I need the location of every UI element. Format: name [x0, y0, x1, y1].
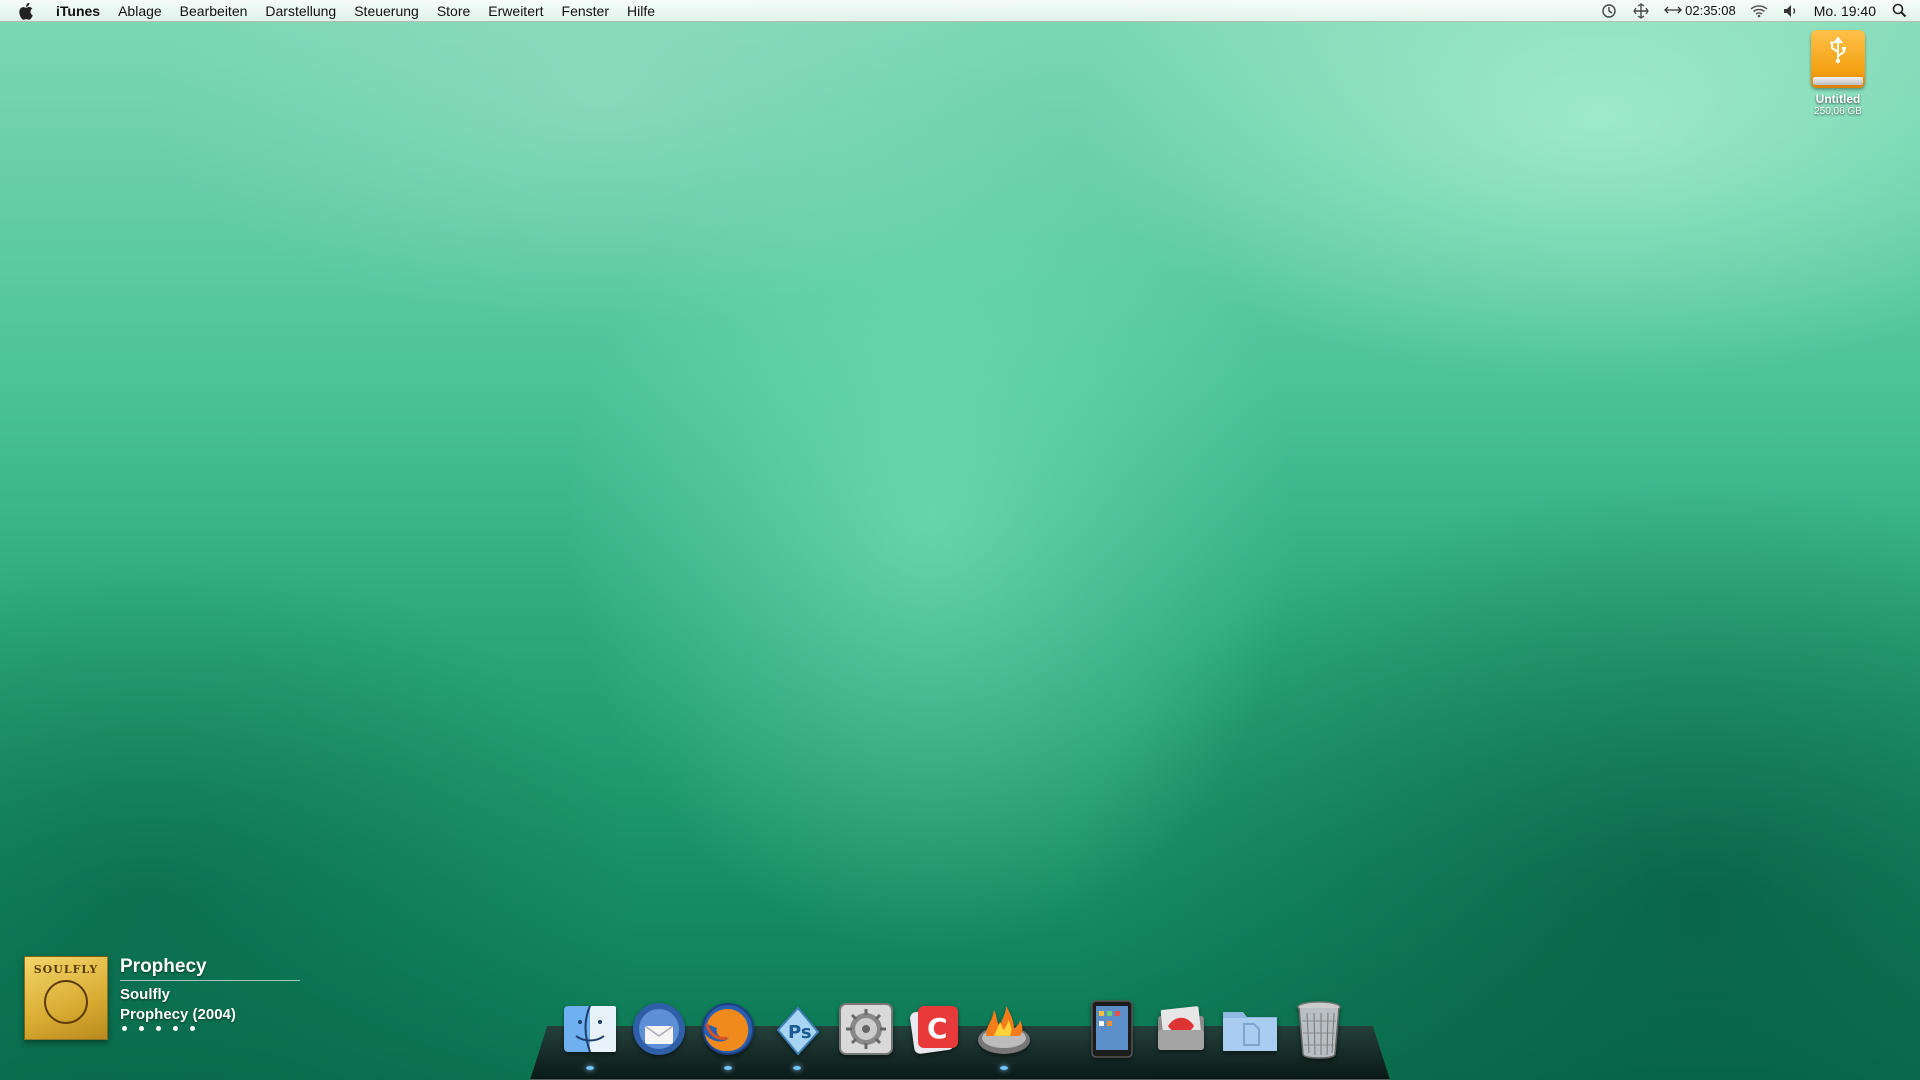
- menu-app-itunes[interactable]: iTunes: [50, 0, 109, 22]
- track-rating[interactable]: [122, 1026, 195, 1031]
- rating-dot[interactable]: [139, 1026, 144, 1031]
- downloads-stack-icon: [1158, 1006, 1204, 1050]
- apple-icon[interactable]: [16, 0, 38, 22]
- dock-finder[interactable]: [560, 998, 620, 1070]
- dock-system-preferences[interactable]: [836, 998, 896, 1060]
- drive-name: Untitled: [1815, 92, 1861, 106]
- track-title: Prophecy: [120, 956, 207, 977]
- menu-darstellung[interactable]: Darstellung: [256, 0, 345, 22]
- network-activity-icon[interactable]: [1632, 2, 1650, 20]
- ipad-icon: [1091, 1000, 1133, 1058]
- dock: Ps C: [560, 990, 1349, 1070]
- svg-text:C: C: [927, 1012, 948, 1045]
- menu-bar: iTunes Ablage Bearbeiten Darstellung Ste…: [0, 0, 1920, 22]
- dock-app-c[interactable]: C: [905, 998, 965, 1060]
- menu-fenster[interactable]: Fenster: [553, 0, 618, 22]
- dock-firefox[interactable]: [698, 998, 758, 1070]
- timer-status[interactable]: 02:35:08: [1664, 3, 1736, 18]
- time-machine-icon[interactable]: [1600, 2, 1618, 20]
- album-cover-text: SOULFLY: [33, 963, 99, 976]
- firefox-icon: [702, 1003, 754, 1055]
- menu-store[interactable]: Store: [428, 0, 479, 22]
- track-album: Prophecy (2004): [120, 1006, 236, 1023]
- app-c-icon: C: [910, 1006, 958, 1054]
- timer-icon: [1664, 3, 1683, 18]
- thunderbird-icon: [633, 1003, 685, 1055]
- menubar-clock[interactable]: Mo. 19:40: [1814, 3, 1876, 19]
- dock-burn[interactable]: [974, 998, 1034, 1070]
- rating-dot[interactable]: [122, 1026, 127, 1031]
- svg-text:Ps: Ps: [788, 1022, 812, 1043]
- dock-ipad[interactable]: [1082, 998, 1142, 1060]
- now-playing-widget: SOULFLY Prophecy Soulfly Prophecy (2004): [24, 956, 324, 1056]
- rating-dot[interactable]: [190, 1026, 195, 1031]
- photoshop-icon: Ps: [776, 1006, 820, 1056]
- dock-downloads-stack[interactable]: [1151, 998, 1211, 1060]
- menu-ablage[interactable]: Ablage: [109, 0, 171, 22]
- finder-icon: [564, 1005, 616, 1053]
- drive-size: 250,06 GB: [1814, 106, 1862, 117]
- rating-dot[interactable]: [156, 1026, 161, 1031]
- dock-documents-folder[interactable]: [1220, 998, 1280, 1060]
- track-artist: Soulfly: [120, 986, 171, 1003]
- rating-dot[interactable]: [173, 1026, 178, 1031]
- timer-value: 02:35:08: [1685, 3, 1736, 18]
- trash-icon: [1297, 1001, 1341, 1059]
- dock-photoshop[interactable]: Ps: [767, 998, 827, 1070]
- album-cover-art-icon: [44, 980, 88, 1024]
- spotlight-icon[interactable]: [1890, 2, 1908, 20]
- menu-erweitert[interactable]: Erweitert: [479, 0, 552, 22]
- usb-drive-icon: [1811, 30, 1865, 88]
- album-cover[interactable]: SOULFLY: [24, 956, 108, 1040]
- wifi-icon[interactable]: [1750, 2, 1768, 20]
- menu-steuerung[interactable]: Steuerung: [345, 0, 428, 22]
- menu-hilfe[interactable]: Hilfe: [618, 0, 664, 22]
- dock-trash[interactable]: [1289, 998, 1349, 1060]
- desktop-drive[interactable]: Untitled 250,06 GB: [1806, 30, 1870, 117]
- divider: [120, 980, 300, 981]
- menu-bearbeiten[interactable]: Bearbeiten: [171, 0, 257, 22]
- system-preferences-icon: [839, 1003, 893, 1055]
- documents-folder-icon: [1223, 1012, 1277, 1051]
- volume-icon[interactable]: [1782, 2, 1800, 20]
- dock-thunderbird[interactable]: [629, 998, 689, 1060]
- burn-icon: [978, 1006, 1030, 1054]
